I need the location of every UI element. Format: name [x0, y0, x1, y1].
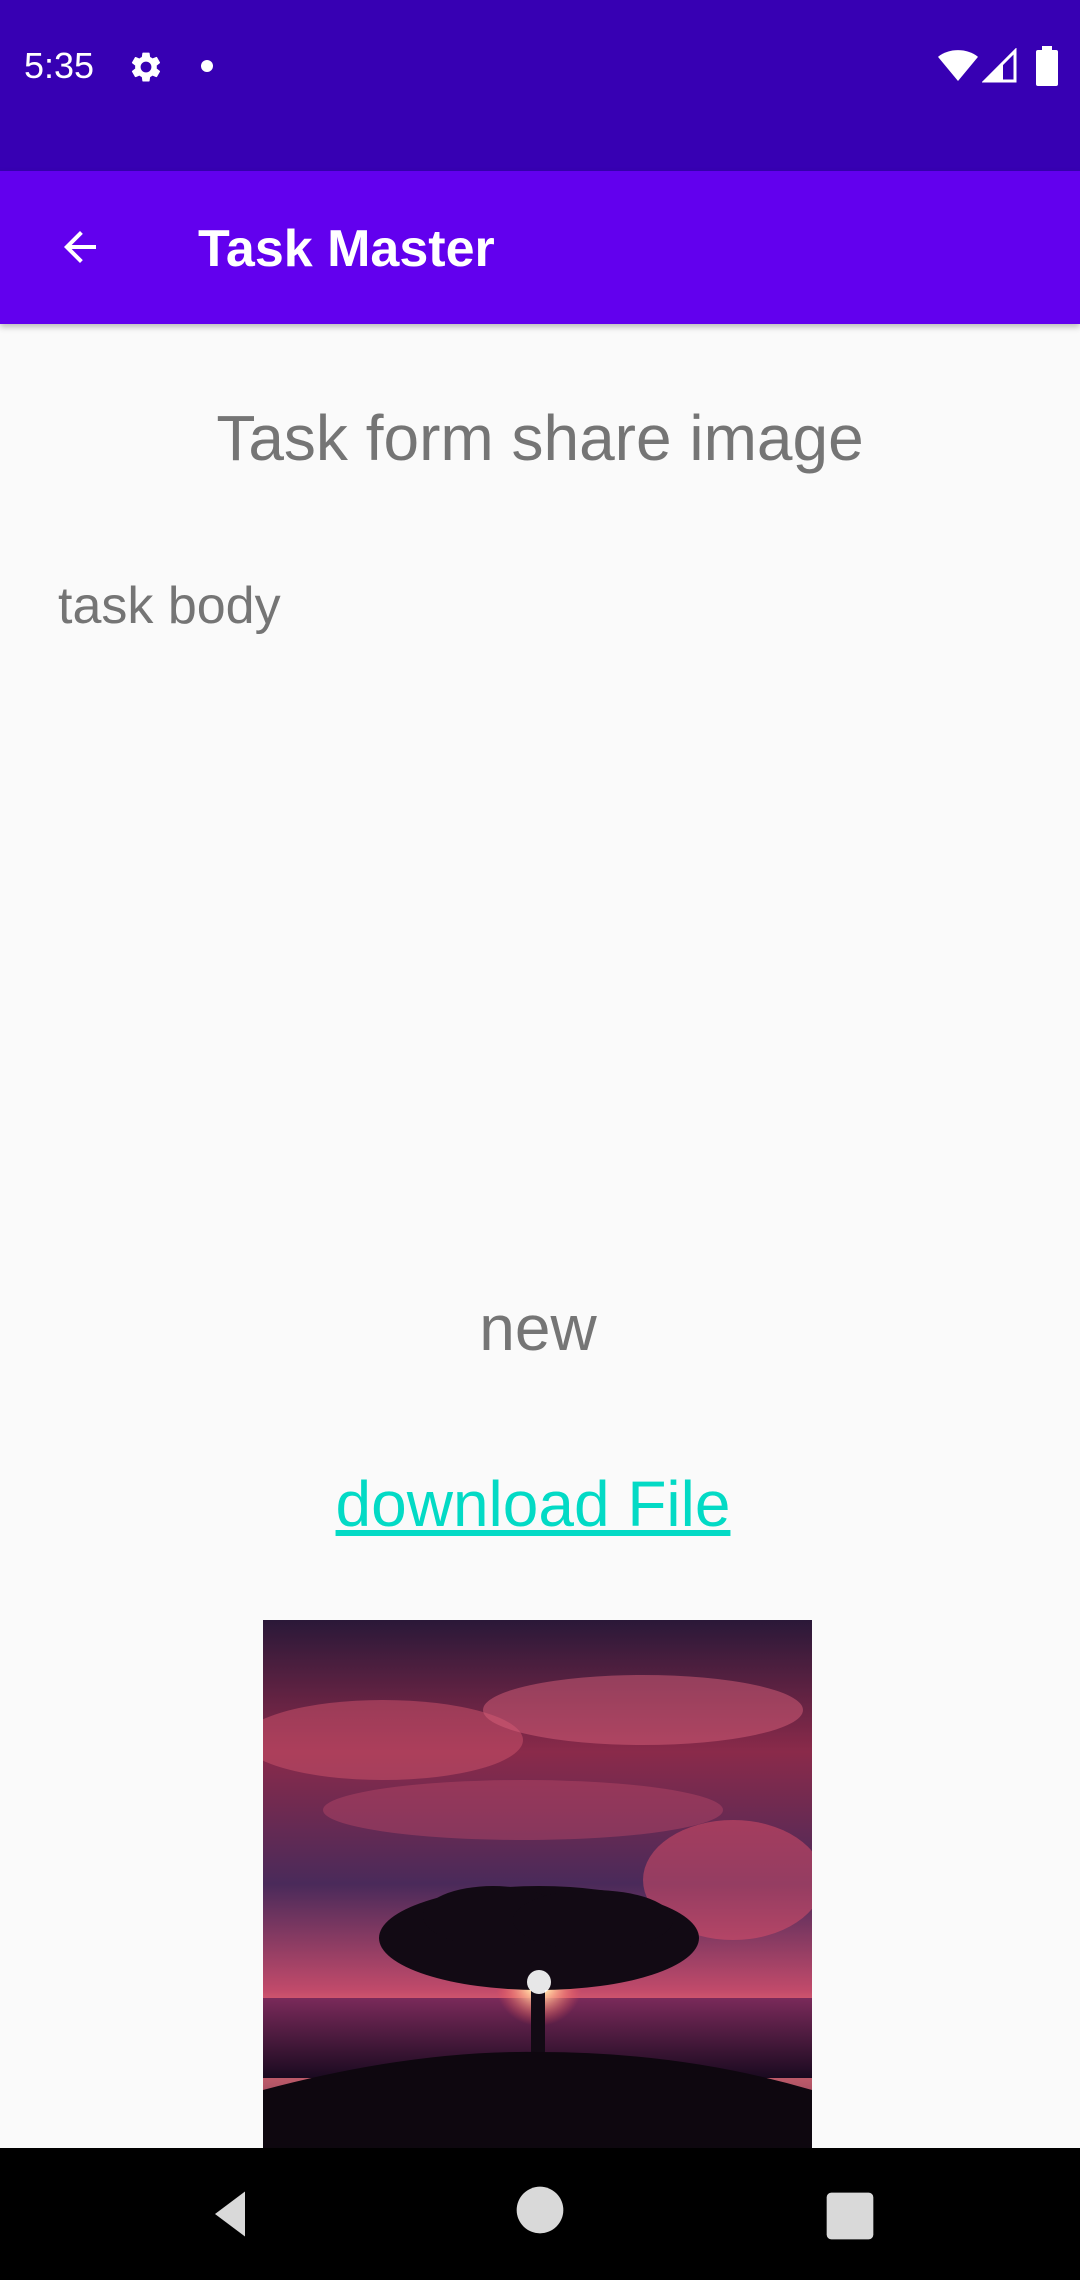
- recents-square-icon[interactable]: [822, 2188, 878, 2244]
- cell-signal-icon: [982, 48, 1017, 83]
- status-time: 5:35: [24, 45, 95, 86]
- notification-dot-icon: [201, 60, 213, 72]
- arrow-left-icon: [64, 231, 96, 263]
- task-title: Task form share image: [216, 402, 864, 474]
- app-bar: Task Master: [0, 171, 1080, 324]
- task-state: new: [479, 1292, 597, 1364]
- screen: 5:35 Task Master Task form share image t…: [0, 0, 1080, 2280]
- status-bar: 5:35: [0, 0, 1080, 171]
- task-body: task body: [58, 577, 281, 635]
- task-image: [263, 1620, 812, 2148]
- app-title: Task Master: [198, 220, 495, 278]
- navigation-bar: [0, 2148, 1080, 2280]
- battery-icon: [1036, 46, 1058, 86]
- back-button[interactable]: [40, 207, 120, 287]
- back-triangle-icon[interactable]: [200, 2184, 260, 2244]
- home-circle-icon[interactable]: [512, 2182, 568, 2238]
- download-file-link[interactable]: download File: [0, 1466, 1066, 1542]
- wifi-icon: [938, 50, 978, 81]
- gear-icon: [131, 52, 161, 82]
